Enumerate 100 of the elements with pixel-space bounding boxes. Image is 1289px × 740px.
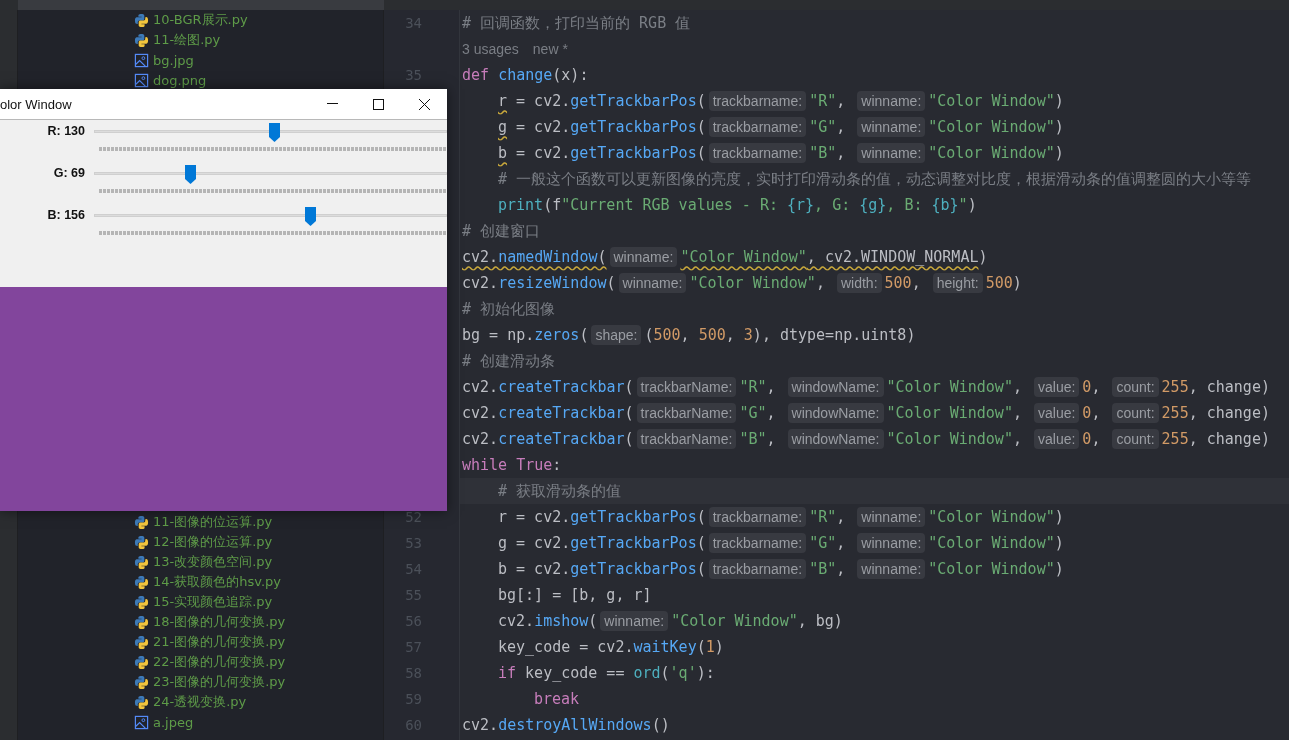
file-tree-item[interactable]: dog.png (18, 70, 383, 90)
parameter-hint: winname: (609, 247, 678, 267)
code-text: getTrackbarPos (570, 118, 697, 136)
code-text: , (1012, 378, 1023, 396)
code-text: cv2. (498, 612, 535, 630)
code-text: "Color Window" (928, 118, 1055, 136)
code-text: "B" (809, 144, 837, 162)
code-text: , B: (886, 196, 924, 214)
code-text: "B" (809, 560, 837, 578)
code-text: , (1012, 430, 1023, 448)
file-tree-item[interactable]: 11-图像的位运算.py (18, 512, 383, 532)
code-text: # 回调函数，打印当前的 RGB 值 (462, 13, 691, 33)
parameter-hint: windowName: (787, 429, 884, 449)
file-tree-item[interactable]: 22-图像的几何变换.py (18, 652, 383, 672)
code-text: ) (1054, 92, 1064, 110)
file-tree-item[interactable]: 24-透视变换.py (18, 692, 383, 712)
parameter-hint: trackbarName: (636, 429, 737, 449)
slider-track[interactable] (94, 164, 447, 184)
code-text: while (462, 456, 509, 474)
file-tree-item[interactable]: 21-图像的几何变换.py (18, 632, 383, 652)
file-tree-item[interactable]: 11-绘图.py (18, 30, 383, 50)
code-text: ( (696, 560, 706, 578)
usage-hint[interactable]: new * (532, 41, 568, 57)
code-text: createTrackbar (498, 404, 625, 422)
file-tree-item[interactable]: 14-获取颜色的hsv.py (18, 572, 383, 592)
parameter-hint: winname: (857, 533, 926, 553)
code-text: "G" (739, 404, 767, 422)
slider-track[interactable] (94, 206, 447, 226)
file-tree-item[interactable]: a.jpeg (18, 712, 383, 732)
code-text: "Color Window" (886, 404, 1013, 422)
code-text: cv2. (462, 378, 499, 396)
code-text: , (836, 118, 847, 136)
code-text: r = cv2. (498, 508, 571, 526)
code-text: 500 (698, 326, 726, 344)
code-text: ( (696, 534, 706, 552)
slider-track[interactable] (94, 122, 447, 142)
code-text: , (911, 274, 922, 292)
slider-thumb[interactable] (304, 207, 316, 226)
code-text: ) (1054, 534, 1064, 552)
code-text: ( (588, 612, 598, 630)
code-text: = cv2. (515, 144, 571, 162)
code-text: "Color Window" (928, 560, 1055, 578)
code-text: , (815, 274, 826, 292)
slider-thumb[interactable] (268, 123, 280, 142)
python-file-icon (134, 554, 149, 570)
image-file-icon (134, 52, 149, 68)
code-text: ( (696, 144, 706, 162)
code-text: 'q' (669, 664, 697, 682)
code-text: "Current RGB values - R: (561, 196, 779, 214)
code-text: getTrackbarPos (570, 92, 697, 110)
code-text: , (1012, 404, 1023, 422)
parameter-hint: count: (1112, 403, 1159, 423)
file-tree-item[interactable]: 12-图像的位运算.py (18, 532, 383, 552)
parameter-hint: trackbarName: (636, 377, 737, 397)
slider-thumb[interactable] (184, 165, 196, 184)
code-text: namedWindow (498, 248, 598, 266)
python-file-icon (134, 574, 149, 590)
code-text: def (462, 66, 491, 84)
code-text: , (766, 430, 777, 448)
code-text: 0 (1082, 378, 1092, 396)
code-text: bg[:] = [b, g, r] (498, 586, 652, 604)
file-tree-item[interactable]: 10-BGR展示.py (18, 10, 383, 30)
python-file-icon (134, 694, 149, 710)
code-text: resizeWindow (498, 274, 607, 292)
minimize-icon (326, 103, 338, 105)
code-text: 255 (1161, 404, 1189, 422)
code-text: # 初始化图像 (462, 299, 556, 319)
python-file-icon (134, 514, 149, 530)
parameter-hint: winname: (857, 143, 926, 163)
code-text: , change) (1188, 430, 1270, 448)
code-text: getTrackbarPos (570, 534, 697, 552)
usage-hint[interactable]: 3 usages (462, 41, 519, 57)
code-text: "Color Window" (928, 92, 1055, 110)
code-text: {r} (787, 196, 815, 214)
parameter-hint: trackbarname: (708, 533, 807, 553)
parameter-hint: winname: (857, 117, 926, 137)
code-text: change (498, 66, 553, 84)
file-tree-item[interactable]: 23-图像的几何变换.py (18, 672, 383, 692)
code-text: "Color Window" (928, 144, 1055, 162)
trackbar-label: G: 69 (52, 166, 85, 180)
code-text: cv2. (462, 716, 499, 734)
code-text: getTrackbarPos (570, 560, 697, 578)
file-tree-item[interactable]: 15-实现颜色追踪.py (18, 592, 383, 612)
code-text: 500 (884, 274, 912, 292)
code-text: # 创建窗口 (462, 221, 541, 241)
code-text: , (836, 92, 847, 110)
code-text: ( (624, 430, 634, 448)
file-tree-item[interactable]: 18-图像的几何变换.py (18, 612, 383, 632)
code-text: "Color Window" (680, 248, 807, 266)
parameter-hint: trackbarName: (636, 403, 737, 423)
file-tree-item[interactable]: 13-改变颜色空间.py (18, 552, 383, 572)
code-text: getTrackbarPos (570, 144, 697, 162)
code-text: 500 (985, 274, 1013, 292)
file-tree-item[interactable]: bg.jpg (18, 50, 383, 70)
code-text: 500 (653, 326, 681, 344)
code-text: ) (1054, 508, 1064, 526)
code-text: ( (696, 92, 706, 110)
code-text: ( (660, 664, 670, 682)
code-text: ) (978, 248, 988, 266)
code-text: cv2. (462, 248, 499, 266)
